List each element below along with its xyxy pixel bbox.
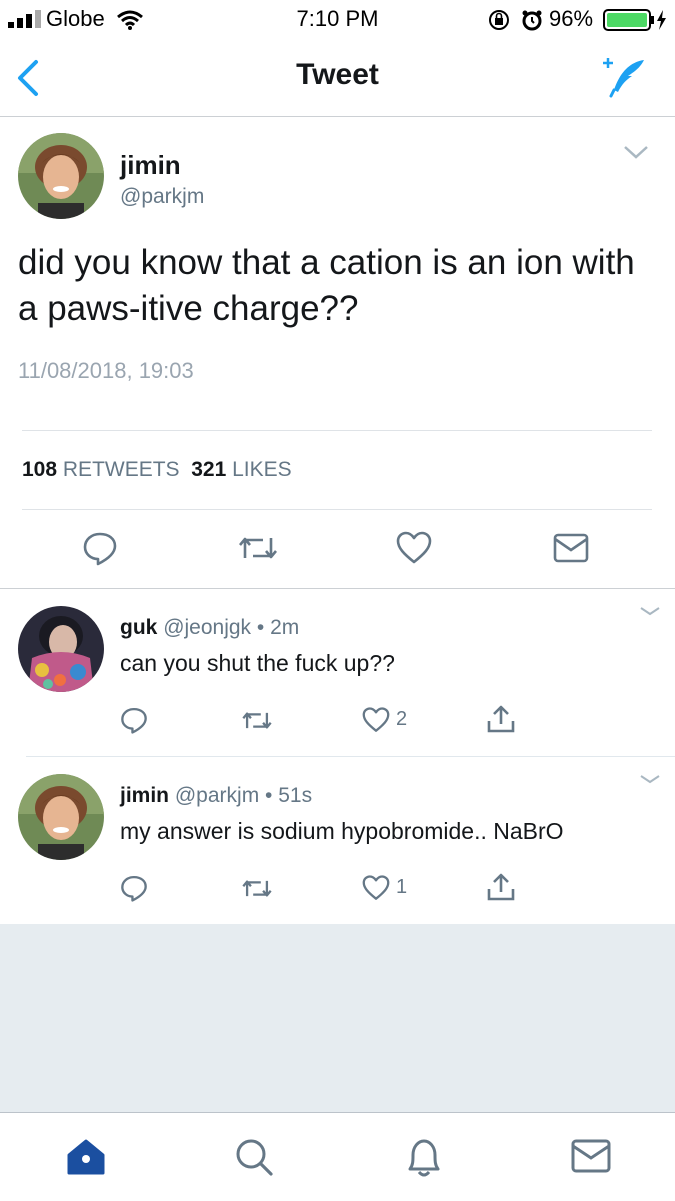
- alarm-icon: [522, 10, 542, 31]
- reply-text: my answer is sodium hypobromide.. NaBrO: [120, 818, 564, 844]
- nav-bar: Tweet: [0, 40, 675, 117]
- divider: [22, 430, 652, 431]
- reply-like-count: 1: [396, 876, 408, 898]
- retweets-label[interactable]: RETWEETS: [63, 458, 180, 481]
- divider: [22, 509, 652, 510]
- home-icon[interactable]: [66, 1137, 106, 1177]
- tweet-stats: 108 RETWEETS 321 LIKES: [22, 458, 292, 482]
- avatar-photo: [18, 133, 104, 219]
- avatar[interactable]: [18, 774, 104, 860]
- retweet-icon[interactable]: [241, 876, 273, 901]
- author-handle[interactable]: @parkjm: [120, 185, 204, 209]
- reply-icon[interactable]: [120, 874, 148, 902]
- retweet-icon[interactable]: [241, 708, 273, 733]
- tweet-timestamp: 11/08/2018, 19:03: [18, 358, 194, 383]
- likes-label[interactable]: LIKES: [232, 458, 292, 481]
- avatar-photo: [18, 606, 104, 692]
- share-icon[interactable]: [486, 704, 516, 734]
- notifications-icon[interactable]: [404, 1135, 444, 1179]
- message-icon[interactable]: [553, 533, 589, 563]
- chevron-down-icon[interactable]: [622, 144, 650, 160]
- search-icon[interactable]: [234, 1137, 274, 1177]
- like-icon[interactable]: [362, 875, 390, 901]
- avatar[interactable]: [18, 133, 104, 219]
- reply-time: • 51s: [265, 784, 313, 807]
- messages-icon[interactable]: [571, 1139, 611, 1173]
- empty-area: [0, 924, 675, 1112]
- like-icon[interactable]: [396, 531, 432, 565]
- tab-bar: [0, 1112, 675, 1201]
- retweet-icon[interactable]: [237, 532, 279, 564]
- compose-icon[interactable]: [600, 56, 648, 98]
- status-bar: Globe 7:10 PM 96%: [0, 0, 675, 40]
- retweets-count[interactable]: 108: [22, 458, 57, 481]
- reply-like-count: 2: [396, 708, 408, 730]
- page-title: Tweet: [296, 58, 379, 91]
- divider: [0, 588, 675, 589]
- reply-author-handle[interactable]: @jeonjgk: [163, 616, 251, 639]
- chevron-down-icon[interactable]: [638, 605, 662, 617]
- reply-author-handle[interactable]: @parkjm: [175, 784, 259, 807]
- reply-text: can you shut the fuck up??: [120, 650, 395, 676]
- tweet-text: did you know that a cation is an ion wit…: [18, 243, 635, 328]
- battery-percent: 96%: [549, 6, 594, 31]
- reply-header: jimin @parkjm • 51s: [120, 784, 312, 808]
- avatar-photo: [18, 774, 104, 860]
- reply-time: • 2m: [256, 616, 300, 639]
- reply-icon[interactable]: [120, 706, 148, 734]
- orientation-lock-icon: [489, 10, 509, 30]
- reply-author-name[interactable]: guk: [120, 616, 157, 639]
- battery-icon: [603, 9, 666, 31]
- reply-header: guk @jeonjgk • 2m: [120, 616, 299, 640]
- like-icon[interactable]: [362, 707, 390, 733]
- reply-icon[interactable]: [82, 530, 118, 566]
- reply-author-name[interactable]: jimin: [120, 784, 169, 807]
- share-icon[interactable]: [486, 872, 516, 902]
- likes-count[interactable]: 321: [191, 458, 226, 481]
- divider: [26, 756, 675, 757]
- chevron-down-icon[interactable]: [638, 773, 662, 785]
- avatar[interactable]: [18, 606, 104, 692]
- author-name[interactable]: jimin: [120, 150, 181, 181]
